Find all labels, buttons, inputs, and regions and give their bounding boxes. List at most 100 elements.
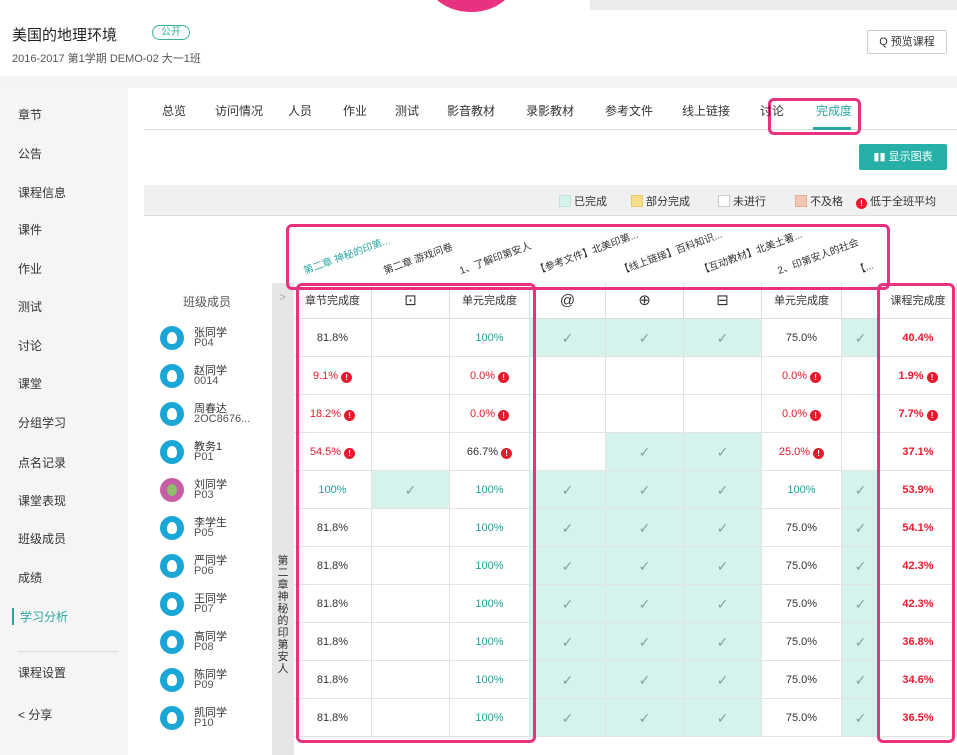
extra-cell: ✓ bbox=[842, 547, 880, 585]
pink-circle-marker bbox=[426, 0, 516, 12]
sidebar-item-10[interactable]: 课堂表现 bbox=[18, 492, 66, 509]
extra-cell bbox=[842, 357, 880, 395]
unit2-completion-cell: 75.0% bbox=[762, 699, 842, 737]
sidebar-item-11[interactable]: 班级成员 bbox=[18, 530, 66, 547]
sidebar-item-6[interactable]: 讨论 bbox=[18, 337, 42, 354]
tab-0[interactable]: 总览 bbox=[162, 102, 186, 119]
legend-below-average: ! 低于全班平均 bbox=[856, 193, 936, 209]
sidebar-item-12[interactable]: 成绩 bbox=[18, 569, 42, 586]
interactive-cell: ✓ bbox=[684, 699, 762, 737]
legend-failed: 不及格 bbox=[795, 193, 843, 209]
avatar bbox=[160, 364, 184, 388]
check-icon: ✓ bbox=[561, 596, 574, 612]
preview-course-button[interactable]: Q 预览课程 bbox=[867, 30, 947, 54]
member-id: P04 bbox=[194, 337, 214, 349]
tab-5[interactable]: 影音教材 bbox=[447, 102, 495, 119]
member-id: P01 bbox=[194, 451, 214, 463]
avatar bbox=[160, 630, 184, 654]
check-icon: ✓ bbox=[854, 330, 867, 346]
unit2-completion-cell-value: 75.0% bbox=[785, 674, 818, 686]
sidebar-item-1[interactable]: 公告 bbox=[18, 145, 42, 162]
member-row[interactable]: 陈同学 P09 bbox=[160, 662, 270, 698]
tab-4[interactable]: 测试 bbox=[395, 102, 419, 119]
member-id: P07 bbox=[194, 603, 214, 615]
legend-failed-label: 不及格 bbox=[810, 196, 843, 208]
interactive-cell: ✓ bbox=[684, 509, 762, 547]
member-row[interactable]: 赵同学 0014 bbox=[160, 358, 270, 394]
sidebar-item-2[interactable]: 课程信息 bbox=[18, 184, 66, 201]
interactive-cell: ✓ bbox=[684, 471, 762, 509]
alert-icon: ! bbox=[810, 410, 822, 421]
member-row[interactable]: 高同学 P08 bbox=[160, 624, 270, 660]
link-cell: ✓ bbox=[606, 509, 684, 547]
sidebar-item-0[interactable]: 章节 bbox=[18, 106, 42, 123]
reference-cell: ✓ bbox=[530, 509, 606, 547]
tab-8[interactable]: 线上链接 bbox=[682, 102, 730, 119]
member-row[interactable]: 教务1 P01 bbox=[160, 434, 270, 470]
link-cell: ✓ bbox=[606, 319, 684, 357]
legend-partial-label: 部分完成 bbox=[646, 196, 690, 208]
legend-partial: 部分完成 bbox=[631, 193, 690, 209]
link-cell bbox=[606, 395, 684, 433]
header-divider bbox=[0, 76, 957, 88]
reference-cell: ✓ bbox=[530, 585, 606, 623]
check-icon: ✓ bbox=[561, 672, 574, 688]
tab-6[interactable]: 录影教材 bbox=[526, 102, 574, 119]
member-row[interactable]: 凯同学 P10 bbox=[160, 700, 270, 736]
member-row[interactable]: 张同学 P04 bbox=[160, 320, 270, 356]
unit2-completion-cell-value: 100% bbox=[787, 484, 816, 496]
reference-cell: ✓ bbox=[530, 623, 606, 661]
interactive-cell: ✓ bbox=[684, 433, 762, 471]
sidebar-separator bbox=[18, 651, 118, 652]
sidebar-item-15[interactable]: < 分享 bbox=[18, 706, 52, 723]
sidebar-item-3[interactable]: 课件 bbox=[18, 221, 42, 238]
check-icon: ✓ bbox=[638, 672, 651, 688]
course-subtitle: 2016-2017 第1学期 DEMO-02 大一1班 bbox=[12, 53, 201, 65]
extra-cell: ✓ bbox=[842, 623, 880, 661]
link-cell: ✓ bbox=[606, 623, 684, 661]
sidebar-item-13[interactable]: 学习分析 bbox=[12, 608, 68, 625]
interactive-cell: ✓ bbox=[684, 547, 762, 585]
tab-7[interactable]: 参考文件 bbox=[605, 102, 653, 119]
link-cell: ✓ bbox=[606, 699, 684, 737]
check-icon: ✓ bbox=[854, 596, 867, 612]
avatar bbox=[160, 592, 184, 616]
sidebar-item-7[interactable]: 课堂 bbox=[18, 375, 42, 392]
unit2-completion-cell-value: 0.0% bbox=[781, 370, 808, 382]
member-id: 0014 bbox=[194, 375, 219, 387]
tab-10[interactable]: 完成度 bbox=[816, 102, 852, 119]
legend-partial-swatch bbox=[631, 195, 643, 207]
avatar bbox=[160, 478, 184, 502]
member-row[interactable]: 周春达 2OC8676... bbox=[160, 396, 270, 432]
member-row[interactable]: 李学生 P05 bbox=[160, 510, 270, 546]
alert-icon: ! bbox=[856, 198, 867, 209]
unit2-completion-cell-value: 75.0% bbox=[785, 332, 818, 344]
legend-completed: 已完成 bbox=[559, 193, 607, 209]
legend-completed-swatch bbox=[559, 195, 571, 207]
attachment-icon: @ bbox=[559, 292, 576, 309]
check-icon: ✓ bbox=[638, 558, 651, 574]
show-chart-button[interactable]: ▮▮ 显示图表 bbox=[859, 144, 947, 170]
tab-9[interactable]: 讨论 bbox=[760, 102, 784, 119]
sidebar-item-9[interactable]: 点名记录 bbox=[18, 454, 66, 471]
check-icon: ✓ bbox=[561, 330, 574, 346]
sidebar-item-5[interactable]: 测试 bbox=[18, 298, 42, 315]
tab-3[interactable]: 作业 bbox=[343, 102, 367, 119]
check-icon: ✓ bbox=[561, 482, 574, 498]
expand-arrow-icon[interactable]: > bbox=[279, 290, 286, 304]
interactive-cell: ✓ bbox=[684, 319, 762, 357]
sidebar-item-14[interactable]: 课程设置 bbox=[18, 664, 66, 681]
extra-cell: ✓ bbox=[842, 661, 880, 699]
check-icon: ✓ bbox=[638, 596, 651, 612]
sidebar-item-8[interactable]: 分组学习 bbox=[18, 414, 66, 431]
tab-2[interactable]: 人员 bbox=[288, 102, 312, 119]
member-row[interactable]: 王同学 P07 bbox=[160, 586, 270, 622]
member-row[interactable]: 严同学 P06 bbox=[160, 548, 270, 584]
reference-cell bbox=[530, 395, 606, 433]
interactive-cell: ✓ bbox=[684, 661, 762, 699]
tab-1[interactable]: 访问情况 bbox=[215, 102, 263, 119]
member-row[interactable]: 刘同学 P03 bbox=[160, 472, 270, 508]
reference-cell: ✓ bbox=[530, 547, 606, 585]
sidebar-item-4[interactable]: 作业 bbox=[18, 260, 42, 277]
link-cell bbox=[606, 357, 684, 395]
